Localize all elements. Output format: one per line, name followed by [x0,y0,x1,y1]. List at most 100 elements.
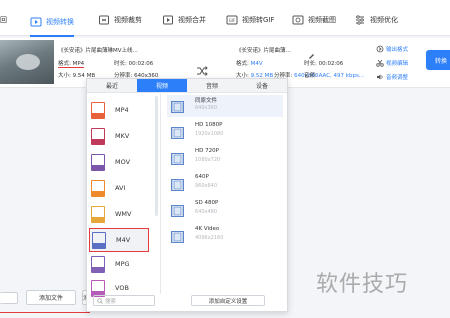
output-name: 《长安诺》片尾曲薄... [236,48,291,54]
output-icon [376,45,384,53]
format-label: MKV [115,132,130,140]
audio-adjust-link[interactable]: 音频调整 [376,73,408,81]
avi-file-icon [91,179,105,197]
video-thumbnail[interactable] [0,40,54,84]
format-item-mpg[interactable]: MPG [91,254,147,274]
resolution-size: 640x480 [195,209,218,215]
output-format-link-label: 输出格式 [386,47,409,53]
resolution-size: 4096x2160 [195,235,224,241]
file-duration: 时长: 00:02:06 [114,61,154,67]
bottom-left-button[interactable] [0,292,18,304]
tab-video-optimize[interactable]: 视频优化 [354,8,398,32]
resolution-item-720p[interactable]: HD 720P 1080x720 [171,147,281,169]
format-item-mov[interactable]: MOV [91,152,147,172]
resolution-item-1080p[interactable]: HD 1080P 1920x1080 [171,121,281,143]
output-format-value[interactable]: M4V [251,61,263,67]
format-label: WMV [115,210,132,218]
output-duration: 时长: 00:02:06 [304,61,344,67]
merge-icon [162,14,174,26]
output-format-label: 格式: [236,61,249,67]
format-category-tabs: 最近 视频 音频 设备 [87,79,287,93]
tab-video-crop[interactable]: 视频裁剪 [98,8,142,32]
video-edit-link-label: 视频编辑 [386,61,409,67]
film-icon [171,98,184,113]
format-label: MOV [115,158,131,166]
file-format: 格式: MP4 [58,61,85,68]
resolution-size: 1920x1080 [195,131,224,137]
tab-recent[interactable]: 最近 [87,79,137,92]
mpg-file-icon [91,255,105,273]
resolution-size: 960x640 [195,183,218,189]
tab-video-screenshot[interactable]: 视频截图 [292,8,336,32]
watermark-text: 软件技巧 [316,272,409,297]
resolution-item-640p[interactable]: 640P 960x640 [171,173,281,195]
shuffle-icon [196,62,208,76]
format-item-m4v[interactable]: M4V [89,228,149,252]
tab-video-crop-label: 视频裁剪 [114,16,142,24]
optimize-icon [354,14,366,26]
video-convert-icon [30,16,42,28]
resolution-title: HD 1080P [195,122,223,128]
format-item-wmv[interactable]: WMV [91,204,147,224]
convert-button[interactable]: 转换 [426,50,450,70]
tab-home-label: 回 [0,16,7,24]
svg-text:GIF: GIF [229,18,236,23]
resolution-size: 640x360 [195,105,218,111]
gif-icon: GIF [226,14,238,26]
tab-video-merge-label: 视频合并 [178,16,206,24]
tab-video-screenshot-label: 视频截图 [308,16,336,24]
add-custom-setting-button[interactable]: 添加自定义设置 [191,295,265,306]
film-icon [171,176,184,191]
resolution-title: 4K Video [195,226,220,232]
format-search-input[interactable]: 搜索 [93,295,155,306]
format-item-mkv[interactable]: MKV [91,126,147,146]
crop-icon [98,14,110,26]
search-icon [97,297,103,304]
file-name: 《长安诺》片尾曲薄琳MV上线... [58,48,138,54]
vob-file-icon [91,279,105,297]
output-format-link[interactable]: 输出格式 [376,45,408,53]
red-highlight-line [0,312,90,316]
format-label: VOB [115,284,129,292]
format-label: MP4 [115,106,129,114]
pencil-icon[interactable] [308,45,315,59]
tab-video[interactable]: 视频 [137,79,187,92]
resolution-item-4k[interactable]: 4K Video 4096x2160 [171,225,281,247]
wmv-file-icon [91,205,105,223]
mkv-file-icon [91,127,105,145]
add-file-button[interactable]: 添加文件 [26,290,76,305]
format-popup: 最近 视频 音频 设备 MP4 MKV MOV AVI WMV M4V MPG … [86,78,288,312]
tab-audio[interactable]: 音频 [187,79,237,92]
resolution-size: 1080x720 [195,157,221,163]
format-item-avi[interactable]: AVI [91,178,147,198]
format-list-scrollbar[interactable] [155,96,158,216]
output-audio-value[interactable]: AAC, 497 kbps... [319,73,364,79]
screenshot-icon [292,14,304,26]
film-icon [171,202,184,217]
app-window: 回 视频转换 视频裁剪 视频合并 GIF 视频转GIF 视频截图 视频优化 《长… [0,0,450,318]
film-icon [171,228,184,243]
tab-device[interactable]: 设备 [237,79,287,92]
tab-video-optimize-label: 视频优化 [370,16,398,24]
video-edit-link[interactable]: 视频编辑 [376,59,408,67]
film-icon [171,124,184,139]
format-list: MP4 MKV MOV AVI WMV M4V MPG VOB [87,94,161,297]
format-item-mp4[interactable]: MP4 [91,100,147,120]
scissors-icon [376,59,384,67]
add-file-label: 添加文件 [38,295,63,302]
film-icon [171,150,184,165]
resolution-title: HD 720P [195,148,219,154]
tab-video-convert-label: 视频转换 [46,18,74,26]
mp4-file-icon [91,101,105,119]
mov-file-icon [91,153,105,171]
tab-video-gif[interactable]: GIF 视频转GIF [226,8,275,32]
tab-video-merge[interactable]: 视频合并 [162,8,206,32]
resolution-item-original[interactable]: 同原文件 640x360 [167,95,283,117]
tab-home[interactable]: 回 [0,8,7,32]
resolution-item-480p[interactable]: SD 480P 640x480 [171,199,281,221]
resolution-title: SD 480P [195,200,219,206]
search-placeholder: 搜索 [105,298,117,305]
resolution-title: 640P [195,174,209,180]
tab-video-convert[interactable]: 视频转换 [30,8,74,37]
top-toolbar: 回 视频转换 视频裁剪 视频合并 GIF 视频转GIF 视频截图 视频优化 [0,0,450,37]
